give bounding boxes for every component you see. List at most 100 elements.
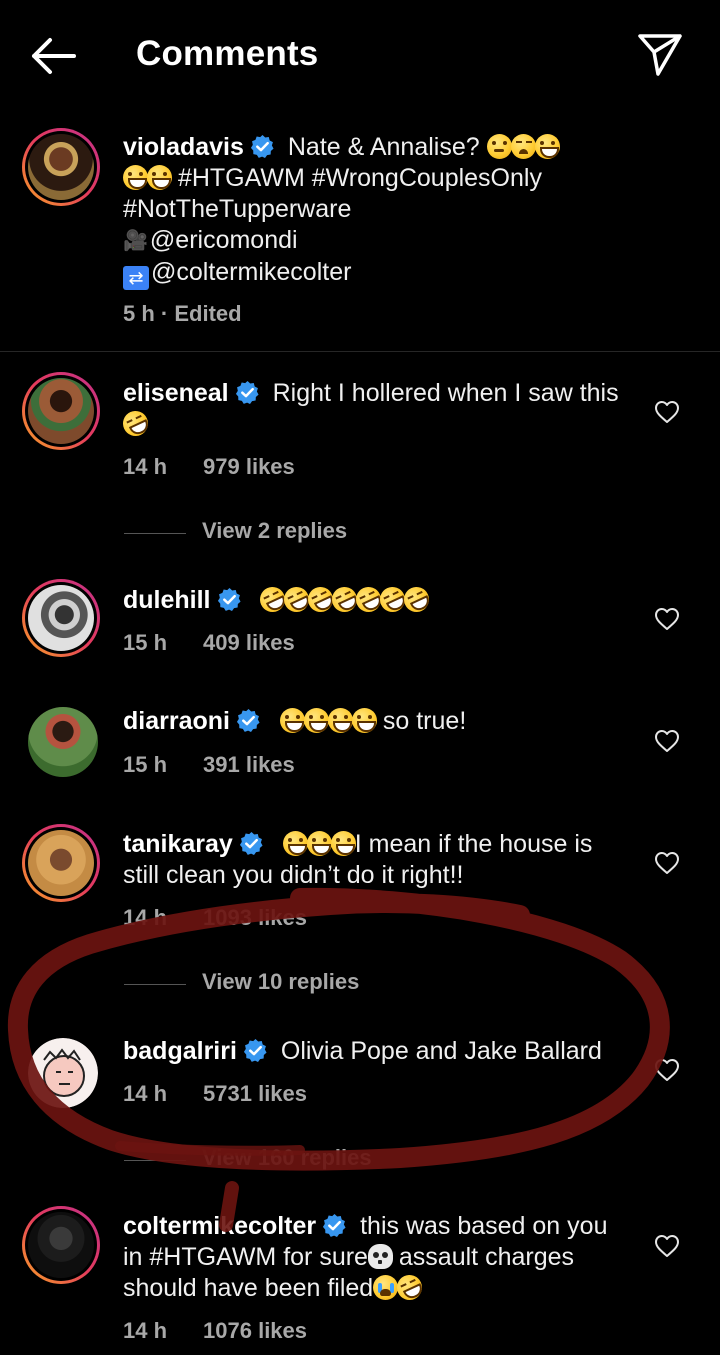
likes-count[interactable]: 1076 likes bbox=[203, 1318, 307, 1343]
comment-body-line-1: I mean if the house is bbox=[354, 830, 593, 858]
view-replies-label[interactable]: View 160 replies bbox=[202, 1145, 372, 1171]
username[interactable]: eliseneal bbox=[123, 379, 229, 407]
header: Comments bbox=[0, 0, 720, 110]
grinning-face-emoji bbox=[534, 134, 560, 159]
verified-badge-icon bbox=[236, 709, 260, 732]
verified-badge-icon bbox=[217, 588, 241, 611]
heart-icon[interactable] bbox=[654, 607, 680, 631]
comment-text: eliseneal Right I hollered when I saw th… bbox=[118, 378, 619, 441]
username[interactable]: dulehill bbox=[123, 586, 211, 614]
page-title: Comments bbox=[136, 34, 319, 73]
view-replies-button[interactable]: View 160 replies bbox=[124, 1145, 454, 1175]
face-with-monocle-emoji bbox=[486, 134, 512, 159]
grinning-face-emoji bbox=[123, 165, 148, 190]
comment-body-line-1: this was based on you bbox=[360, 1212, 608, 1240]
caption-line-4[interactable]: @ericomondi bbox=[150, 226, 298, 254]
view-replies-label[interactable]: View 10 replies bbox=[202, 969, 359, 995]
heart-icon[interactable] bbox=[654, 729, 680, 753]
skull-emoji bbox=[367, 1244, 393, 1269]
likes-count[interactable]: 5731 likes bbox=[203, 1081, 307, 1106]
comment-meta: 14 h 1093 likes bbox=[123, 905, 307, 931]
comment-body: Right I hollered when I saw this bbox=[272, 379, 619, 407]
repeat-icon: ⇄ bbox=[123, 266, 149, 290]
grinning-face-emoji bbox=[330, 831, 356, 856]
comment-text: diarraoni so true! bbox=[123, 706, 466, 737]
rolling-on-floor-laughing-emoji bbox=[118, 406, 153, 441]
likes-count[interactable]: 409 likes bbox=[203, 630, 295, 655]
timestamp: 15 h bbox=[123, 630, 168, 655]
comment-body: so true! bbox=[382, 707, 467, 735]
username[interactable]: badgalriri bbox=[123, 1037, 237, 1065]
back-arrow-icon[interactable] bbox=[26, 34, 78, 78]
timestamp: 14 h bbox=[123, 905, 168, 930]
username[interactable]: diarraoni bbox=[123, 707, 230, 735]
comment-meta: 14 h 979 likes bbox=[123, 454, 295, 480]
movie-camera-icon: 🎥 bbox=[123, 230, 148, 252]
comment-meta: 15 h 391 likes bbox=[123, 752, 295, 778]
timestamp: 14 h bbox=[123, 1081, 168, 1106]
view-replies-button[interactable]: View 2 replies bbox=[124, 518, 424, 548]
caption-line-2[interactable]: #HTGAWM #WrongCouplesOnly bbox=[178, 164, 542, 192]
heart-icon[interactable] bbox=[654, 400, 680, 424]
verified-badge-icon bbox=[250, 135, 274, 158]
cartoon-face-icon bbox=[28, 1038, 98, 1108]
timestamp: 14 h bbox=[123, 454, 168, 479]
post-caption: violadavis Nate & Annalise? #HTGAWM #Wro… bbox=[0, 118, 720, 352]
avatar[interactable] bbox=[28, 1038, 98, 1108]
comment-body-line-3: should have been filed bbox=[123, 1274, 374, 1302]
comment-meta: 15 h 409 likes bbox=[123, 630, 295, 656]
avatar[interactable] bbox=[28, 707, 98, 777]
paper-plane-icon[interactable] bbox=[636, 30, 684, 78]
username[interactable]: coltermikecolter bbox=[123, 1212, 316, 1240]
comment-meta: 14 h 5731 likes bbox=[123, 1081, 307, 1107]
comment-text: coltermikecolter this was based on you i… bbox=[123, 1211, 608, 1305]
caption-line-1: Nate & Annalise? bbox=[287, 133, 480, 161]
caption-meta: 5 h · Edited bbox=[123, 301, 242, 327]
divider bbox=[124, 533, 186, 534]
grinning-face-emoji bbox=[303, 708, 329, 733]
edited-label: · Edited bbox=[160, 301, 242, 326]
rolling-on-floor-laughing-emoji bbox=[393, 1270, 427, 1305]
loudly-crying-face-emoji bbox=[373, 1275, 399, 1300]
verified-badge-icon bbox=[323, 1214, 346, 1237]
avatar[interactable] bbox=[22, 824, 100, 902]
likes-count[interactable]: 979 likes bbox=[203, 454, 295, 479]
avatar[interactable] bbox=[22, 372, 100, 450]
divider bbox=[124, 984, 186, 985]
grinning-face-emoji bbox=[327, 708, 353, 733]
avatar[interactable] bbox=[22, 1206, 100, 1284]
grinning-face-emoji bbox=[351, 708, 377, 733]
comment-body: Olivia Pope and Jake Ballard bbox=[280, 1037, 602, 1065]
verified-badge-icon bbox=[239, 832, 263, 855]
timestamp: 14 h bbox=[123, 1318, 168, 1343]
caption-line-3[interactable]: #NotTheTupperware bbox=[123, 195, 351, 223]
divider bbox=[124, 1160, 186, 1161]
comment-body-line-2b: assault charges bbox=[398, 1243, 575, 1271]
grinning-face-emoji bbox=[279, 708, 305, 733]
comment-text: badgalriri Olivia Pope and Jake Ballard bbox=[123, 1036, 602, 1067]
comment-body-line-2: in #HTGAWM for sure bbox=[123, 1243, 368, 1271]
username[interactable]: tanikaray bbox=[123, 830, 233, 858]
grinning-face-emoji bbox=[282, 831, 308, 856]
view-replies-label[interactable]: View 2 replies bbox=[202, 518, 347, 544]
caption-line-5[interactable]: @coltermikecolter bbox=[151, 258, 351, 286]
avatar[interactable] bbox=[22, 579, 100, 657]
caption-text: violadavis Nate & Annalise? #HTGAWM #Wro… bbox=[123, 132, 560, 290]
view-replies-button[interactable]: View 10 replies bbox=[124, 969, 444, 999]
heart-icon[interactable] bbox=[654, 1234, 680, 1258]
comment-meta: 14 h 1076 likes bbox=[123, 1318, 307, 1344]
username[interactable]: violadavis bbox=[123, 133, 244, 161]
timestamp: 15 h bbox=[123, 752, 168, 777]
comment-body-line-2: still clean you didn’t do it right!! bbox=[123, 861, 464, 889]
heart-icon[interactable] bbox=[654, 1058, 680, 1082]
comment-text: tanikaray I mean if the house is still c… bbox=[123, 829, 592, 891]
grinning-face-emoji bbox=[147, 165, 172, 190]
verified-badge-icon bbox=[235, 381, 259, 404]
avatar[interactable] bbox=[22, 128, 100, 206]
tired-face-emoji bbox=[510, 134, 536, 159]
likes-count[interactable]: 1093 likes bbox=[203, 905, 307, 930]
likes-count[interactable]: 391 likes bbox=[203, 752, 295, 777]
comment-text: dulehill bbox=[123, 582, 434, 617]
grinning-face-emoji bbox=[306, 831, 332, 856]
heart-icon[interactable] bbox=[654, 851, 680, 875]
